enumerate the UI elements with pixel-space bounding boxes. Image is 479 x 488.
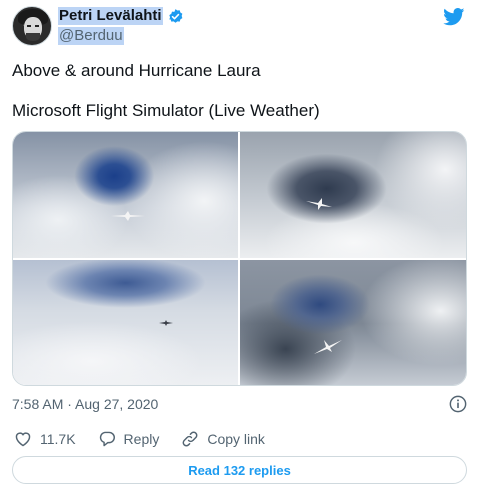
- link-icon: [182, 431, 198, 447]
- heart-icon: [15, 432, 31, 447]
- airplane-icon: [306, 198, 332, 210]
- reply-icon: [99, 431, 115, 447]
- airplane-icon: [159, 320, 173, 326]
- tweet-line-1: Above & around Hurricane Laura: [12, 61, 261, 80]
- display-name[interactable]: Petri Levälahti: [58, 7, 163, 25]
- photo-2[interactable]: [240, 132, 466, 258]
- tweet-text: Above & around Hurricane Laura Microsoft…: [12, 60, 467, 122]
- like-count: 11.7K: [40, 431, 76, 447]
- reply-label: Reply: [123, 431, 160, 447]
- like-button[interactable]: 11.7K: [14, 431, 76, 447]
- photo-3[interactable]: [13, 260, 238, 385]
- verified-badge-icon: [168, 8, 182, 23]
- info-icon[interactable]: [449, 395, 467, 413]
- copy-link-button[interactable]: Copy link: [181, 431, 265, 447]
- avatar[interactable]: [12, 6, 52, 46]
- timestamp[interactable]: 7:58 AM · Aug 27, 2020: [12, 396, 158, 412]
- user-handle[interactable]: @Berduu: [58, 27, 124, 45]
- reply-button[interactable]: Reply: [98, 431, 160, 447]
- tweet-line-2: Microsoft Flight Simulator (Live Weather…: [12, 101, 320, 120]
- photo-4[interactable]: [240, 260, 466, 385]
- name-row: Petri Levälahti: [58, 7, 184, 25]
- twitter-bird-icon[interactable]: [443, 8, 465, 26]
- media-grid: [12, 131, 467, 386]
- read-replies-button[interactable]: Read 132 replies: [12, 456, 467, 484]
- timestamp-row: 7:58 AM · Aug 27, 2020: [12, 394, 467, 414]
- photo-1[interactable]: [13, 132, 238, 258]
- airplane-icon: [111, 211, 145, 221]
- action-bar: 11.7K Reply Copy link: [14, 428, 287, 450]
- airplane-icon: [314, 340, 342, 354]
- copy-link-label: Copy link: [207, 431, 265, 447]
- tweet-header: Petri Levälahti @Berduu: [12, 6, 467, 46]
